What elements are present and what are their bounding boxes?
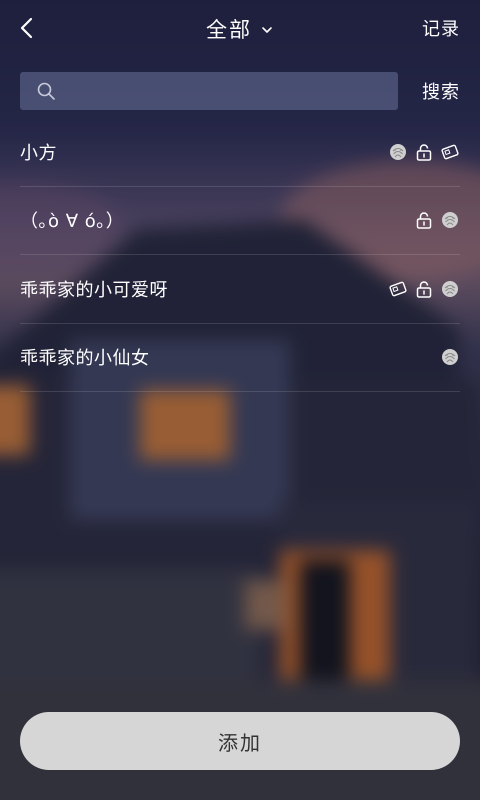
back-arrow-icon[interactable] — [14, 14, 42, 42]
list-item-name: 乖乖家的小可爱呀 — [20, 279, 168, 301]
lock-icon — [414, 142, 434, 162]
header: 全部 记录 — [0, 0, 480, 56]
list-item-name: 乖乖家的小仙女 — [20, 348, 150, 370]
list-item[interactable]: （｡ò ∀ ó｡） — [20, 187, 460, 255]
add-button[interactable]: 添加 — [20, 712, 460, 770]
lock-icon — [414, 279, 434, 299]
chevron-down-icon — [262, 27, 272, 33]
card-icon — [388, 279, 408, 299]
face-icon — [440, 210, 460, 230]
search-field[interactable] — [20, 72, 398, 110]
page-title: 全部 — [206, 18, 252, 42]
face-icon — [388, 142, 408, 162]
list-item[interactable]: 乖乖家的小可爱呀 — [20, 255, 460, 324]
face-icon — [440, 347, 460, 367]
card-icon — [440, 142, 460, 162]
list-item[interactable]: 小方 — [20, 118, 460, 187]
contact-list: 小方 （｡ò ∀ ó｡） 乖乖家的小可爱呀 乖乖家的小仙女 — [20, 118, 460, 392]
search-button[interactable]: 搜索 — [422, 78, 460, 104]
list-item-icons — [440, 347, 460, 367]
list-item-name: 小方 — [20, 142, 57, 164]
list-item-name: （｡ò ∀ ó｡） — [20, 211, 125, 233]
list-item-icons — [388, 142, 460, 162]
list-item-icons — [414, 210, 460, 230]
category-dropdown[interactable]: 全部 — [206, 14, 274, 44]
list-item-icons — [388, 279, 460, 299]
record-button[interactable]: 记录 — [422, 15, 460, 41]
list-item[interactable]: 乖乖家的小仙女 — [20, 324, 460, 392]
search-input[interactable] — [68, 72, 388, 110]
search-icon — [37, 82, 55, 100]
face-icon — [440, 279, 460, 299]
lock-icon — [414, 210, 434, 230]
